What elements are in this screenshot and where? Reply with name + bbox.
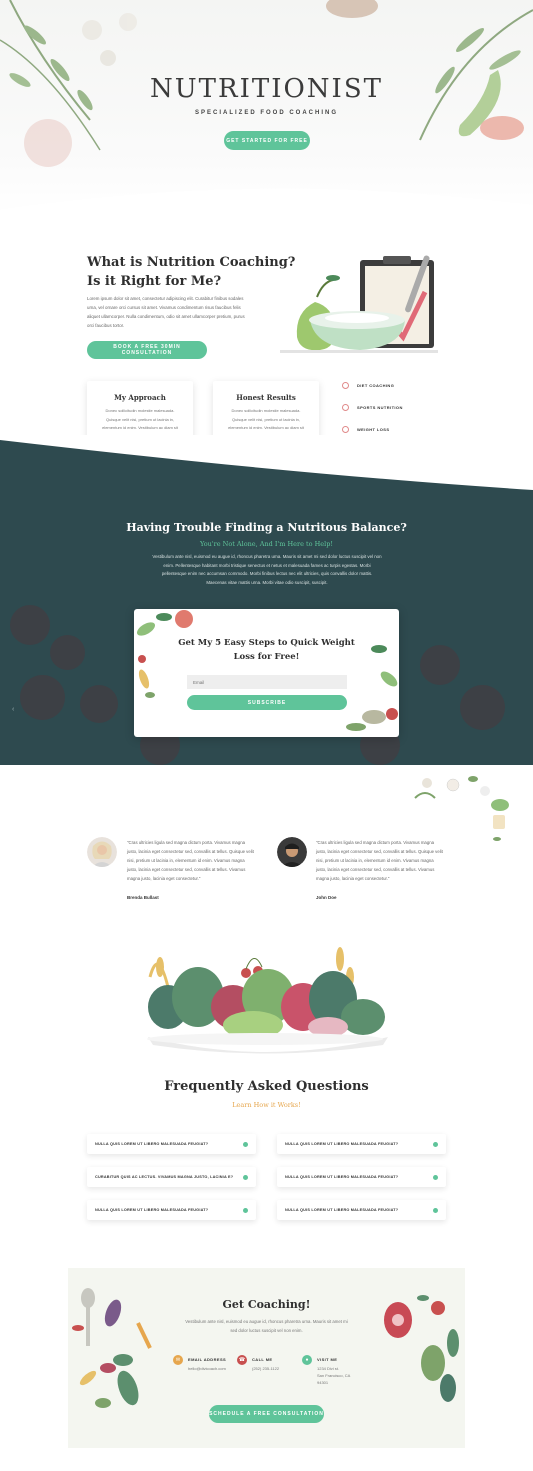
signup-title: Get My 5 Easy Steps to Quick Weight Loss… — [174, 636, 359, 664]
signup-title-line1: Get My 5 Easy Steps to Quick Weight — [178, 638, 355, 648]
visit-label: VISIT ME — [317, 1357, 338, 1362]
apple-icon — [342, 381, 349, 389]
veggie-corner-decoration — [414, 776, 509, 841]
intro-heading-line2: Is it Right for Me? — [87, 274, 222, 289]
avatar-brenda — [87, 837, 117, 867]
service-label: DIET COACHING — [357, 382, 395, 388]
faq-item[interactable]: NULLA QUIS LOREM UT LIBERO MALESUADA FEU… — [87, 1200, 256, 1220]
toggle-plus-icon[interactable] — [243, 1174, 248, 1180]
faq-item[interactable]: NULLA QUIS LOREM UT LIBERO MALESUADA FEU… — [277, 1200, 446, 1220]
service-label: WEIGHT LOSS — [357, 426, 390, 432]
avatar-john — [277, 837, 307, 867]
balance-heading: Having Trouble Finding a Nutritous Balan… — [126, 521, 407, 534]
schedule-consultation-button[interactable]: SCHEDULE A FREE CONSULTATION — [209, 1405, 324, 1423]
signup-form: Get My 5 Easy Steps to Quick Weight Loss… — [134, 609, 399, 737]
faq-item[interactable]: NULLA QUIS LOREM UT LIBERO MALESUADA FEU… — [87, 1134, 256, 1154]
toggle-plus-icon[interactable] — [433, 1141, 438, 1147]
address-line: San Francisco, CA — [317, 1373, 351, 1378]
email-icon: ✉ — [173, 1355, 183, 1365]
book-consultation-button[interactable]: BOOK A FREE 30MIN CONSULTATION — [87, 341, 207, 359]
service-item-weight[interactable]: WEIGHT LOSS — [342, 424, 389, 434]
service-item-sports[interactable]: SPORTS NUTRITION — [342, 402, 403, 412]
faq-question: NULLA QUIS LOREM UT LIBERO MALESUADA FEU… — [95, 1142, 209, 1146]
faq-item[interactable]: NULLA QUIS LOREM UT LIBERO MALESUADA FEU… — [277, 1167, 446, 1187]
testimonial-name: John Doe — [316, 895, 337, 900]
approach-card-title: My Approach — [114, 393, 166, 402]
intro-heading-line1: What is Nutrition Coaching? — [87, 255, 296, 270]
scale-icon — [342, 425, 349, 433]
toggle-plus-icon[interactable] — [433, 1174, 438, 1180]
get-started-button[interactable]: GET STARTED FOR FREE — [224, 131, 310, 150]
faq-question: CURABITUR QUIS AC LECTUS. VIVAMUS MAGNA … — [95, 1175, 234, 1179]
address-line: 1234 Divi st. — [317, 1366, 340, 1371]
call-value[interactable]: (252) 235-1122 — [252, 1365, 279, 1372]
contact-heading: Get Coaching! — [222, 1298, 311, 1311]
signup-title-line2: Loss for Free! — [233, 652, 300, 662]
faq-heading: Frequently Asked Questions — [164, 1079, 369, 1094]
faq-question: NULLA QUIS LOREM UT LIBERO MALESUADA FEU… — [285, 1175, 399, 1179]
balance-subheading: You're Not Alone, And I'm Here to Help! — [200, 540, 333, 548]
faq-question: NULLA QUIS LOREM UT LIBERO MALESUADA FEU… — [285, 1142, 399, 1146]
call-label: CALL ME — [252, 1357, 273, 1362]
email-field[interactable] — [187, 675, 347, 689]
chevron-left-icon[interactable]: ‹ — [12, 706, 14, 713]
faq-item[interactable]: CURABITUR QUIS AC LECTUS. VIVAMUS MAGNA … — [87, 1167, 256, 1187]
dumbbell-icon — [342, 403, 349, 411]
toggle-plus-icon[interactable] — [243, 1141, 248, 1147]
address-line: 94301 — [317, 1380, 329, 1385]
hero-subtitle: SPECIALIZED FOOD COACHING — [194, 110, 338, 116]
service-label: SPORTS NUTRITION — [357, 404, 403, 410]
testimonial-name: Brenda Bullast — [127, 895, 159, 900]
visit-address: 1234 Divi st. San Francisco, CA 94301 — [317, 1365, 350, 1386]
testimonial-quote: "Cras ultricies ligula sed magna dictum … — [127, 840, 254, 881]
phone-icon: ☎ — [237, 1355, 247, 1365]
hero-title: NUTRITIONIST — [150, 74, 383, 104]
service-item-diet[interactable]: DIET COACHING — [342, 380, 394, 390]
faq-item[interactable]: NULLA QUIS LOREM UT LIBERO MALESUADA FEU… — [277, 1134, 446, 1154]
contact-text: Vestibulum ante nisl, euismod eu augue i… — [185, 1319, 348, 1333]
toggle-plus-icon[interactable] — [433, 1207, 438, 1213]
results-card-title: Honest Results — [236, 393, 296, 402]
veggie-decoration — [136, 610, 398, 731]
healthy-breakfast-illustration — [280, 255, 438, 353]
testimonial-quote: "Cras ultricies ligula sed magna dictum … — [316, 840, 443, 881]
intro-heading: What is Nutrition Coaching? Is it Right … — [87, 253, 295, 291]
subscribe-button[interactable]: SUBSCRIBE — [187, 695, 347, 710]
balance-text: Vestibulum ante nisl, euismod eu augue i… — [152, 554, 382, 585]
faq-subheading: Learn How it Works! — [232, 1101, 301, 1109]
dark-wave-top — [0, 435, 533, 490]
toggle-plus-icon[interactable] — [243, 1207, 248, 1213]
faq-question: NULLA QUIS LOREM UT LIBERO MALESUADA FEU… — [95, 1208, 209, 1212]
wave-divider — [0, 188, 533, 220]
email-value[interactable]: hello@divicoach.com — [188, 1365, 226, 1372]
intro-text: Lorem ipsum dolor sit amet, consectetur … — [87, 296, 245, 328]
email-label: EMAIL ADDRESS — [188, 1357, 227, 1362]
salad-bowl-illustration — [147, 947, 388, 1054]
faq-question: NULLA QUIS LOREM UT LIBERO MALESUADA FEU… — [285, 1208, 399, 1212]
location-pin-icon: ● — [302, 1355, 312, 1365]
